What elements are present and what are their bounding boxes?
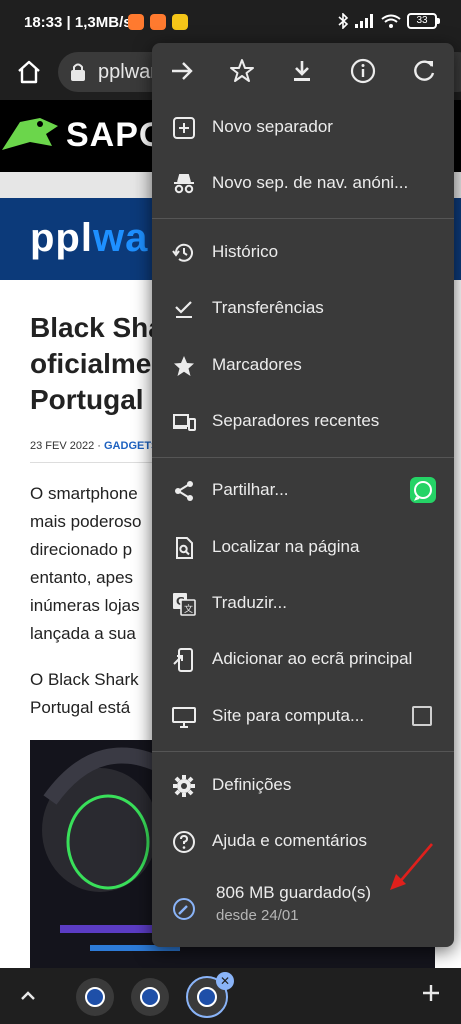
close-icon[interactable]: ✕ xyxy=(216,972,234,990)
menu-item-history[interactable]: Histórico xyxy=(152,225,454,281)
desktop-icon xyxy=(172,707,196,728)
menu-item-settings[interactable]: Definições xyxy=(152,758,454,814)
menu-item-recent-tabs[interactable]: Separadores recentes xyxy=(152,394,454,450)
notification-app-icon xyxy=(150,14,166,30)
notification-app-icon xyxy=(128,14,144,30)
menu-label: Marcadores xyxy=(212,355,302,374)
battery-indicator: 33 xyxy=(407,13,440,29)
share-icon xyxy=(175,481,193,501)
sapo-frog-logo xyxy=(2,118,58,150)
annotation-arrow xyxy=(390,843,433,890)
data-saver-since: desde 24/01 xyxy=(216,907,299,924)
site-logo[interactable]: pplwa xyxy=(30,216,148,261)
menu-item-add-to-home[interactable]: Adicionar ao ecrã principal xyxy=(152,632,454,688)
wifi-icon xyxy=(381,14,401,28)
menu-label: Histórico xyxy=(212,242,279,261)
gear-icon xyxy=(173,775,195,797)
menu-divider xyxy=(152,457,454,458)
add-tab-icon[interactable] xyxy=(419,981,443,1005)
tab-thumbnail[interactable] xyxy=(131,978,169,1016)
article-meta: 23 FEV 2022 · GADGETS xyxy=(30,440,158,452)
menu-label: Localizar na página xyxy=(212,537,360,556)
status-icons: 33 xyxy=(337,13,440,29)
devices-icon xyxy=(173,414,196,431)
home-icon[interactable] xyxy=(14,57,44,87)
menu-label: Definições xyxy=(212,775,292,794)
lock-icon[interactable] xyxy=(70,62,86,82)
menu-item-incognito[interactable]: Novo sep. de nav. anóni... xyxy=(152,156,454,212)
data-saver-amount: 806 MB guardado(s) xyxy=(216,883,371,902)
history-icon xyxy=(172,243,193,262)
menu-item-translate[interactable]: G文 Traduzir... xyxy=(152,576,454,632)
overflow-menu: Novo separador Novo sep. de nav. anóni..… xyxy=(152,43,454,947)
menu-item-downloads[interactable]: Transferências xyxy=(152,281,454,337)
menu-divider xyxy=(152,751,454,752)
bluetooth-icon xyxy=(338,13,349,29)
menu-item-share[interactable]: Partilhar... xyxy=(152,463,454,519)
whatsapp-icon[interactable] xyxy=(410,477,436,503)
menu-icon-row xyxy=(152,43,454,99)
help-icon xyxy=(173,831,195,853)
menu-label: Traduzir... xyxy=(212,593,287,612)
tab-thumbnail-active[interactable]: ✕ xyxy=(186,972,234,1018)
bookmark-star-icon xyxy=(174,356,194,376)
speedometer-icon xyxy=(173,898,195,920)
menu-item-desktop-site[interactable]: Site para computa... xyxy=(152,689,454,745)
signal-icon xyxy=(355,14,373,28)
menu-label: Ajuda e comentários xyxy=(212,831,367,850)
menu-item-find-in-page[interactable]: Localizar na página xyxy=(152,520,454,576)
article-date: 23 FEV 2022 · xyxy=(30,440,104,452)
forward-icon[interactable] xyxy=(168,57,196,85)
svg-text:文: 文 xyxy=(184,603,193,615)
status-bar: 18:33 | 1,3MB/s 33 xyxy=(0,0,461,44)
new-tab-icon xyxy=(173,117,195,139)
chevron-up-icon[interactable] xyxy=(16,984,40,1008)
menu-label: Separadores recentes xyxy=(212,411,380,430)
tab-thumbnail[interactable] xyxy=(76,978,114,1016)
download-icon[interactable] xyxy=(288,57,316,85)
notification-app-icon xyxy=(172,14,188,30)
translate-icon: G文 xyxy=(173,593,196,616)
menu-label: Partilhar... xyxy=(212,480,289,499)
menu-label: Novo sep. de nav. anóni... xyxy=(212,173,409,192)
desktop-site-checkbox[interactable] xyxy=(412,706,432,726)
tab-strip: ✕ xyxy=(0,968,461,1024)
star-icon[interactable] xyxy=(228,57,256,85)
menu-label: Transferências xyxy=(212,298,324,317)
find-in-page-icon xyxy=(176,537,193,559)
add-to-home-icon xyxy=(173,648,193,672)
menu-item-new-tab[interactable]: Novo separador xyxy=(152,100,454,156)
downloads-done-icon xyxy=(175,301,192,318)
menu-divider xyxy=(152,218,454,219)
refresh-icon[interactable] xyxy=(410,57,438,85)
incognito-icon xyxy=(174,174,194,194)
menu-item-bookmarks[interactable]: Marcadores xyxy=(152,338,454,394)
menu-label: Adicionar ao ecrã principal xyxy=(212,649,413,668)
article-category[interactable]: GADGETS xyxy=(104,440,158,452)
menu-label: Novo separador xyxy=(212,117,333,136)
menu-label: Site para computa... xyxy=(212,706,365,725)
status-time: 18:33 | 1,3MB/s xyxy=(24,14,132,31)
info-icon[interactable] xyxy=(349,57,377,85)
